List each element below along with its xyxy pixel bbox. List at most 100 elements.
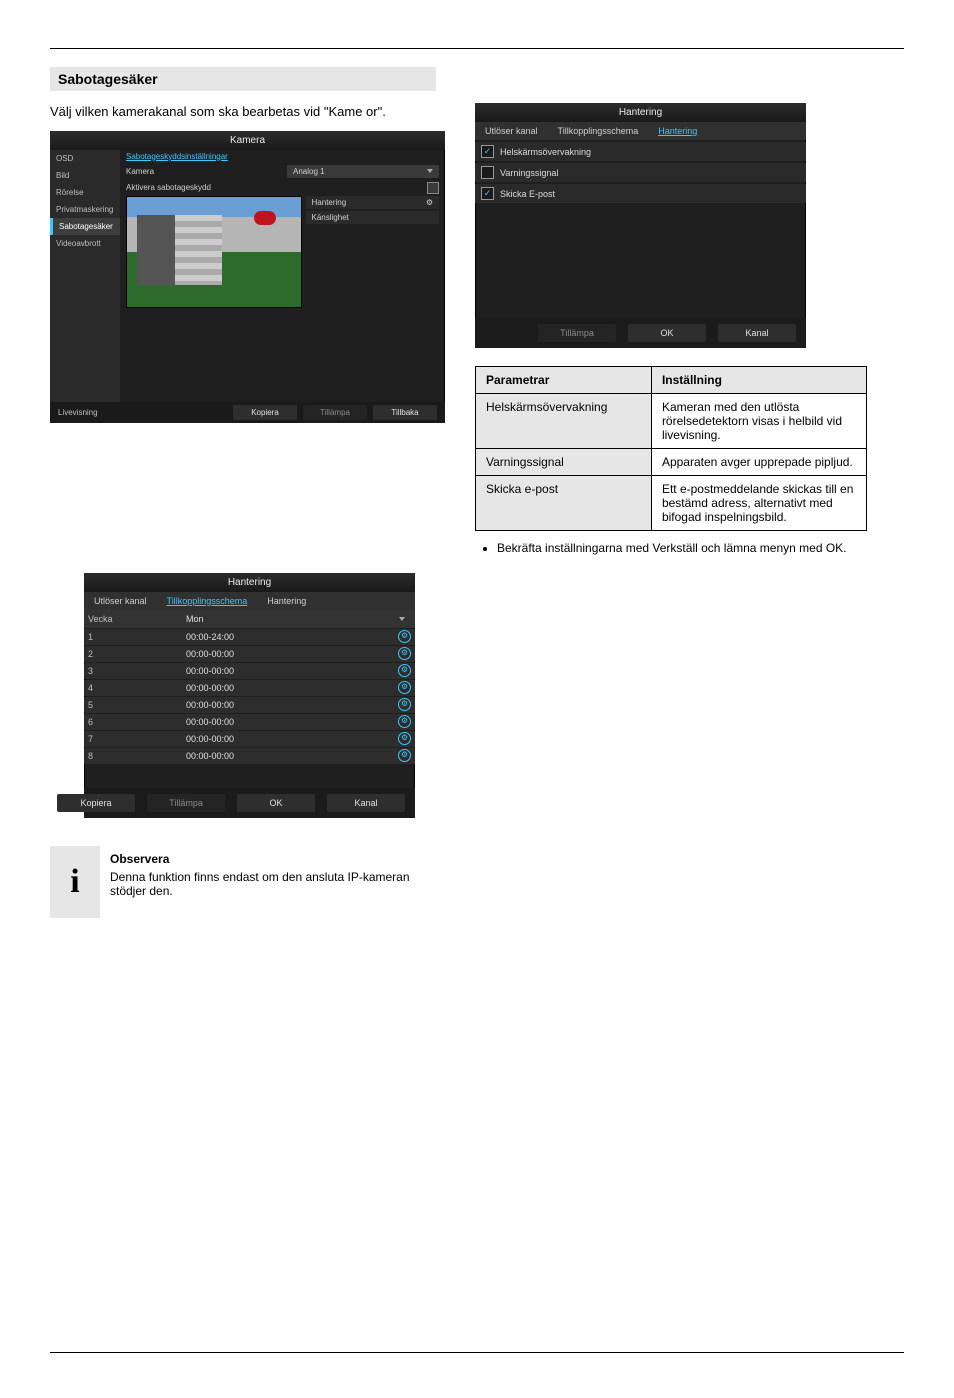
row-time: 00:00-00:00 [186, 751, 394, 761]
info-heading: Observera [110, 852, 435, 866]
section-heading: Sabotagesäker [50, 67, 436, 91]
option-label: Varningssignal [500, 168, 558, 178]
row-index: 2 [88, 649, 186, 659]
info-table: Parametrar Inställning Helskärmsövervakn… [475, 366, 867, 531]
table-cell: Ett e-postmeddelande skickas till en bes… [651, 476, 866, 531]
info-text: Denna funktion finns endast om den anslu… [110, 870, 435, 898]
tab-trigger-channel[interactable]: Utlöser kanal [84, 592, 157, 610]
tab-handling[interactable]: Hantering [257, 592, 316, 610]
gear-icon[interactable]: ⚙ [398, 732, 411, 745]
row-index: 6 [88, 717, 186, 727]
row-index: 1 [88, 632, 186, 642]
table-header: Inställning [651, 367, 866, 394]
activate-checkbox[interactable] [427, 182, 439, 194]
panel-title: Hantering [84, 573, 415, 592]
sidebar-item-selected[interactable]: Sabotagesäker [50, 218, 120, 235]
schedule-row[interactable]: 400:00-00:00 ⚙ [84, 680, 415, 696]
day-dropdown[interactable]: Mon [186, 614, 411, 624]
camera-dropdown-value: Analog 1 [293, 167, 325, 176]
hantering-field[interactable]: Hantering ⚙ [306, 196, 439, 209]
checkbox-icon[interactable]: ✓ [481, 187, 494, 200]
col-week: Vecka [88, 614, 186, 624]
tab-schedule[interactable]: Tillkopplingsschema [548, 122, 649, 140]
option-label: Skicka E-post [500, 189, 555, 199]
top-rule [50, 48, 904, 49]
sidebar-item[interactable]: Bild [50, 167, 120, 184]
tab-trigger-channel[interactable]: Utlöser kanal [475, 122, 548, 140]
apply-button[interactable]: Tillämpa [303, 405, 367, 420]
chevron-down-icon [427, 169, 433, 173]
tab-row: Utlöser kanal Tillkopplingsschema Hanter… [84, 592, 415, 610]
bullet-text: Bekräfta inställningarna med Verkställ o… [497, 541, 870, 555]
row-index: 8 [88, 751, 186, 761]
camera-field-label: Kamera [126, 167, 287, 176]
gear-icon[interactable]: ⚙ [398, 681, 411, 694]
table-cell: Varningssignal [476, 449, 652, 476]
row-time: 00:00-00:00 [186, 649, 394, 659]
schedule-row[interactable]: 500:00-00:00⚙ [84, 697, 415, 713]
camera-dropdown[interactable]: Analog 1 [287, 165, 439, 178]
sidebar-item[interactable]: OSD [50, 150, 120, 167]
apply-button[interactable]: Tillämpa [538, 324, 616, 342]
row-index: 5 [88, 700, 186, 710]
camera-preview [126, 196, 302, 308]
field-label: Hantering [312, 198, 347, 207]
row-time: 00:00-00:00 [186, 666, 394, 676]
tab-row: Utlöser kanal Tillkopplingsschema Hanter… [475, 122, 806, 140]
schedule-row[interactable]: 100:00-24:00 ⚙ [84, 629, 415, 645]
field-label: Känslighet [312, 213, 349, 222]
schedule-row[interactable]: 300:00-00:00 ⚙ [84, 663, 415, 679]
sidebar-item[interactable]: Rörelse [50, 184, 120, 201]
checkbox-icon[interactable] [481, 166, 494, 179]
chevron-down-icon [399, 617, 405, 621]
action-option[interactable]: Varningssignal [475, 163, 806, 182]
row-index: 3 [88, 666, 186, 676]
cancel-button[interactable]: Kanal [327, 794, 405, 812]
panel-title: Kamera [50, 131, 445, 150]
settings-link[interactable]: Sabotageskyddsinställningar [120, 150, 445, 163]
schedule-panel: Hantering Utlöser kanal Tillkopplingssch… [84, 573, 415, 818]
table-cell: Skicka e-post [476, 476, 652, 531]
row-index: 7 [88, 734, 186, 744]
copy-button[interactable]: Kopiera [57, 794, 135, 812]
sensitivity-field[interactable]: Känslighet [306, 211, 439, 224]
row-time: 00:00-00:00 [186, 734, 394, 744]
panel-title: Hantering [475, 103, 806, 122]
schedule-row[interactable]: 200:00-00:00 ⚙ [84, 646, 415, 662]
ok-button[interactable]: OK [628, 324, 706, 342]
action-option[interactable]: ✓ Helskärmsövervakning [475, 142, 806, 161]
action-option[interactable]: ✓ Skicka E-post [475, 184, 806, 203]
schedule-row[interactable]: 600:00-00:00 ⚙ [84, 714, 415, 730]
row-time: 00:00-24:00 [186, 632, 394, 642]
gear-icon[interactable]: ⚙ [398, 715, 411, 728]
sidebar-item[interactable]: Videoavbrott [50, 235, 120, 252]
gear-icon[interactable]: ⚙ [398, 698, 411, 711]
sidebar-item[interactable]: Privatmaskering [50, 201, 120, 218]
gear-icon[interactable]: ⚙ [398, 647, 411, 660]
live-view-link[interactable]: Livevisning [58, 408, 98, 417]
gear-icon[interactable]: ⚙ [398, 630, 411, 643]
row-time: 00:00-00:00 [186, 683, 394, 693]
schedule-row[interactable]: 700:00-00:00 ⚙ [84, 731, 415, 747]
bottom-rule [50, 1352, 904, 1353]
apply-button[interactable]: Tillämpa [147, 794, 225, 812]
schedule-row[interactable]: 800:00-00:00 ⚙ [84, 748, 415, 764]
back-button[interactable]: Tillbaka [373, 405, 437, 420]
action-panel: Hantering Utlöser kanal Tillkopplingssch… [475, 103, 806, 348]
table-cell: Kameran med den utlösta rörelsedetektorn… [651, 394, 866, 449]
gear-icon[interactable]: ⚙ [398, 749, 411, 762]
ok-button[interactable]: OK [237, 794, 315, 812]
option-label: Helskärmsövervakning [500, 147, 591, 157]
camera-settings-panel: Kamera OSD Bild Rörelse Privatmaskering … [50, 131, 445, 423]
copy-button[interactable]: Kopiera [233, 405, 297, 420]
checkbox-icon[interactable]: ✓ [481, 145, 494, 158]
row-index: 4 [88, 683, 186, 693]
table-header: Parametrar [476, 367, 652, 394]
activate-field-label: Aktivera sabotageskydd [126, 183, 427, 192]
tab-handling[interactable]: Hantering [648, 122, 707, 140]
gear-icon[interactable]: ⚙ [398, 664, 411, 677]
tab-schedule[interactable]: Tillkopplingsschema [157, 592, 258, 610]
row-time: 00:00-00:00 [186, 717, 394, 727]
cancel-button[interactable]: Kanal [718, 324, 796, 342]
info-icon: i [50, 846, 100, 918]
